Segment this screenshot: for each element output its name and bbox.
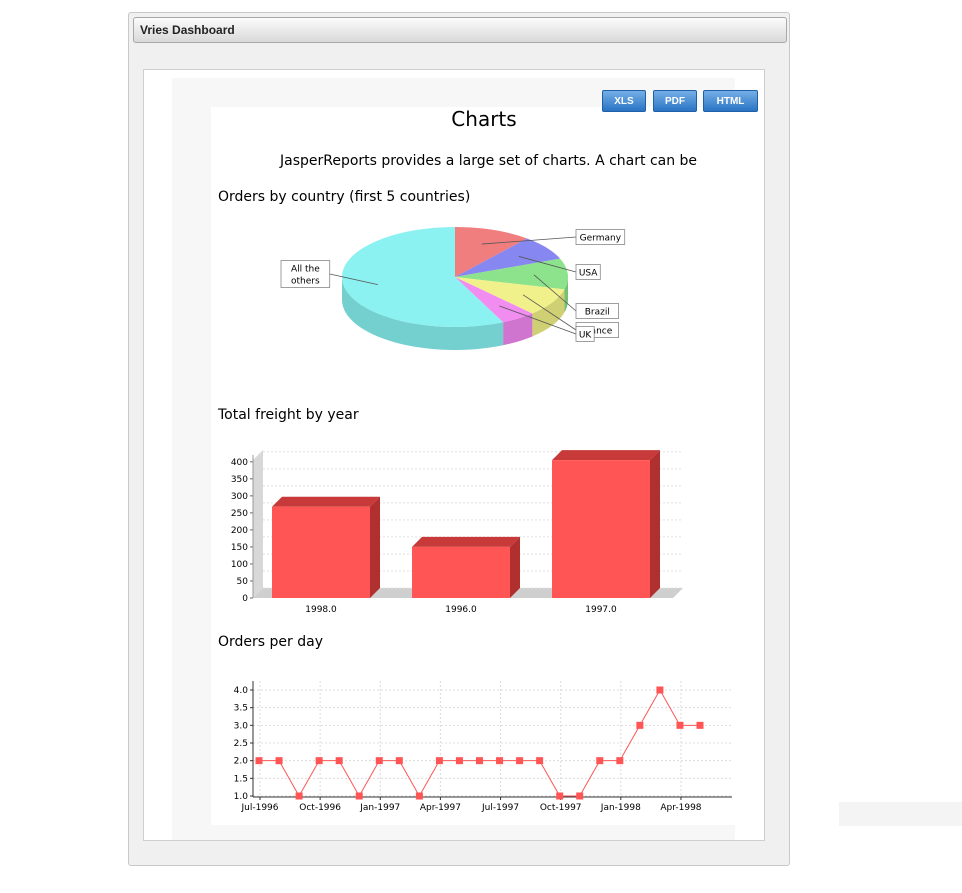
line-point (275, 757, 283, 765)
bar-side (370, 496, 380, 598)
export-xls-button[interactable]: XLS (602, 90, 646, 112)
line-point (455, 757, 463, 765)
pie-label: others (291, 277, 320, 287)
report-frame: Charts JasperReports provides a large se… (172, 78, 758, 840)
line-section-title: Orders per day (218, 634, 323, 650)
bar-top (272, 496, 380, 507)
report-description: JasperReports provides a large set of ch… (280, 153, 698, 169)
bar-y-tick-label: 0 (242, 594, 248, 604)
line-x-tick-label: Oct-1996 (299, 803, 341, 813)
pie-section-title: Orders by country (first 5 countries) (218, 189, 471, 205)
line-point (476, 757, 483, 765)
line-x-tick-label: Jul-1996 (240, 803, 278, 813)
line-point (536, 757, 544, 765)
line-point (435, 757, 443, 765)
export-html-button[interactable]: HTML (703, 90, 758, 112)
line-x-tick-label: Jul-1997 (481, 803, 519, 813)
pie-label: Brazil (585, 308, 610, 318)
line-chart: 1.0 1.5 2.0 2.5 3.0 3.5 4.0 Jul-1996 Oct-1996 Jan… (234, 681, 732, 813)
line-y-tick-label: 3.5 (234, 704, 248, 714)
line-point (496, 757, 504, 765)
line-point (676, 721, 684, 729)
line-point (636, 721, 644, 729)
line-x-tick-label: Jan-1998 (600, 803, 641, 813)
bar-top (412, 536, 520, 547)
bar-side (510, 536, 520, 598)
bar-side (650, 450, 660, 598)
line-point (395, 757, 403, 765)
line-point (596, 757, 604, 765)
line-point (696, 721, 704, 729)
line-point (616, 757, 624, 765)
report-viewer: Charts JasperReports provides a large se… (143, 69, 765, 841)
export-pdf-button[interactable]: PDF (653, 90, 697, 112)
line-point (415, 792, 423, 800)
line-point (255, 757, 263, 765)
line-y-tick-label: 2.5 (234, 739, 248, 749)
line-point (335, 757, 343, 765)
line-x-tick-label: Jan-1997 (359, 803, 400, 813)
line-point (375, 757, 383, 765)
line-x-tick-label: Apr-1997 (420, 803, 461, 813)
panel-title: Vries Dashboard (140, 23, 235, 37)
bar-y-tick-label: 300 (231, 492, 248, 502)
pie-chart: GermanyUSABrazilFranceUKAll theothers (280, 227, 626, 350)
bar-chart: 0 50 100 150 200 250 300 350 400 1998.0 1996.0 1997… (231, 450, 683, 615)
line-point (516, 757, 524, 765)
bar (412, 546, 510, 598)
line-y-tick-label: 3.0 (234, 721, 249, 731)
line-point (556, 792, 564, 800)
bar-y-tick-label: 200 (231, 526, 248, 536)
bar-y-tick-label: 100 (231, 560, 248, 570)
bar-x-tick-label: 1996.0 (445, 605, 477, 615)
bar (272, 506, 370, 598)
line-point (576, 792, 584, 800)
bar-y-tick-label: 150 (231, 543, 248, 553)
line-y-tick-label: 1.5 (234, 774, 248, 784)
bar-x-tick-label: 1997.0 (585, 605, 617, 615)
bar-top (552, 450, 660, 461)
line-x-tick-label: Oct-1997 (540, 803, 582, 813)
bar-x-tick-label: 1998.0 (305, 605, 337, 615)
pie-label: UK (579, 331, 593, 341)
pie-label: USA (579, 269, 598, 279)
line-point (315, 757, 323, 765)
bar-y-tick-label: 350 (231, 475, 248, 485)
bar-y-tick-label: 50 (237, 577, 249, 587)
pie-label: Germany (580, 234, 622, 244)
pie-label: All the (291, 265, 320, 275)
line-point (295, 792, 303, 800)
bar-wall (253, 450, 263, 598)
bar-y-tick-label: 250 (231, 509, 248, 519)
bar-y-tick-label: 400 (231, 458, 248, 468)
panel-titlebar: Vries Dashboard (133, 17, 787, 43)
line-point (355, 792, 363, 800)
dashboard-panel: Vries Dashboard Charts JasperReports pro… (128, 12, 790, 866)
line-y-tick-label: 1.0 (234, 792, 249, 802)
bar-section-title: Total freight by year (218, 407, 359, 423)
bar (552, 460, 650, 598)
report-page: Charts JasperReports provides a large se… (211, 107, 735, 825)
line-y-tick-label: 4.0 (234, 686, 249, 696)
footer-strip (839, 802, 962, 826)
line-point (656, 686, 664, 694)
line-x-tick-label: Apr-1998 (660, 803, 701, 813)
line-y-tick-label: 2.0 (234, 757, 249, 767)
